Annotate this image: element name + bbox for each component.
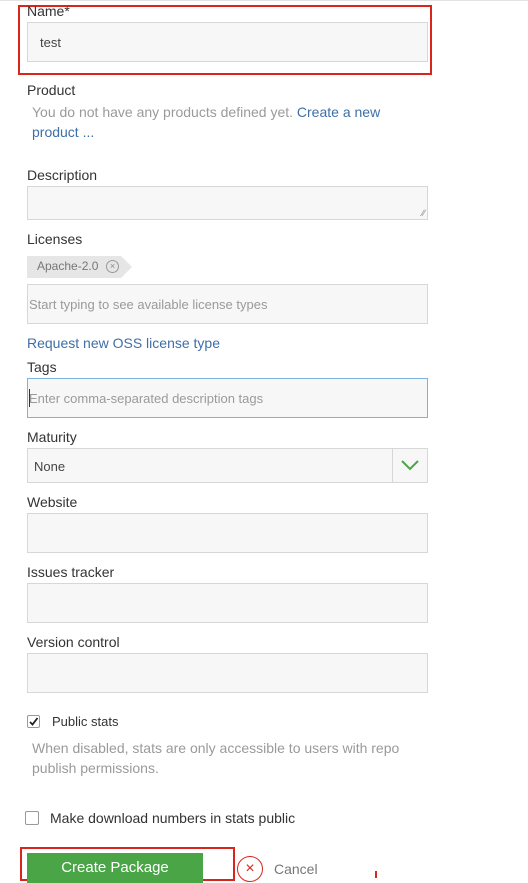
tags-label: Tags bbox=[27, 359, 57, 375]
name-label: Name* bbox=[27, 3, 70, 19]
issues-tracker-label: Issues tracker bbox=[27, 564, 115, 580]
product-empty-text: You do not have any products defined yet… bbox=[32, 104, 294, 120]
download-numbers-checkbox[interactable] bbox=[25, 811, 39, 825]
website-label: Website bbox=[27, 494, 78, 510]
create-product-link[interactable]: Create a new bbox=[297, 104, 380, 120]
version-control-input[interactable] bbox=[27, 653, 428, 693]
license-tag-label: Apache-2.0 bbox=[37, 259, 99, 273]
text-cursor bbox=[29, 389, 30, 407]
top-divider bbox=[0, 0, 528, 1]
product-empty-message: You do not have any products defined yet… bbox=[32, 102, 432, 142]
download-numbers-label: Make download numbers in stats public bbox=[50, 810, 296, 826]
create-product-link-cont[interactable]: product ... bbox=[32, 124, 94, 140]
red-marker bbox=[375, 871, 377, 878]
public-stats-label: Public stats bbox=[52, 714, 119, 729]
tags-placeholder: Enter comma-separated description tags bbox=[29, 391, 264, 406]
tags-input[interactable]: Enter comma-separated description tags bbox=[27, 378, 428, 418]
maturity-selected-value: None bbox=[34, 459, 66, 474]
create-package-label: Create Package bbox=[61, 859, 169, 876]
website-input[interactable] bbox=[27, 513, 428, 553]
public-stats-help-line2: publish permissions. bbox=[32, 760, 159, 776]
maturity-dropdown-button[interactable] bbox=[392, 449, 427, 482]
licenses-label: Licenses bbox=[27, 231, 83, 247]
name-input[interactable]: test bbox=[27, 22, 428, 62]
issues-tracker-input[interactable] bbox=[27, 583, 428, 623]
public-stats-help-line1: When disabled, stats are only accessible… bbox=[32, 740, 400, 756]
product-label: Product bbox=[27, 82, 76, 98]
request-license-link[interactable]: Request new OSS license type bbox=[27, 335, 220, 351]
description-label: Description bbox=[27, 167, 98, 183]
name-input-value: test bbox=[40, 35, 61, 50]
resize-handle-icon[interactable]: ∕∕ bbox=[422, 209, 425, 218]
create-package-button[interactable]: Create Package bbox=[27, 853, 203, 883]
cancel-label: Cancel bbox=[274, 861, 318, 877]
remove-tag-icon[interactable]: × bbox=[106, 260, 119, 273]
license-search-placeholder: Start typing to see available license ty… bbox=[29, 297, 268, 312]
license-search-input[interactable]: Start typing to see available license ty… bbox=[27, 284, 428, 324]
cancel-icon: × bbox=[237, 856, 263, 882]
chevron-down-icon bbox=[401, 460, 419, 471]
version-control-label: Version control bbox=[27, 634, 120, 650]
checkmark-icon bbox=[29, 717, 39, 726]
public-stats-help: When disabled, stats are only accessible… bbox=[32, 738, 462, 778]
public-stats-checkbox[interactable] bbox=[27, 715, 40, 728]
maturity-label: Maturity bbox=[27, 429, 77, 445]
description-textarea[interactable]: ∕∕ bbox=[27, 186, 428, 220]
maturity-select[interactable]: None bbox=[27, 448, 428, 483]
